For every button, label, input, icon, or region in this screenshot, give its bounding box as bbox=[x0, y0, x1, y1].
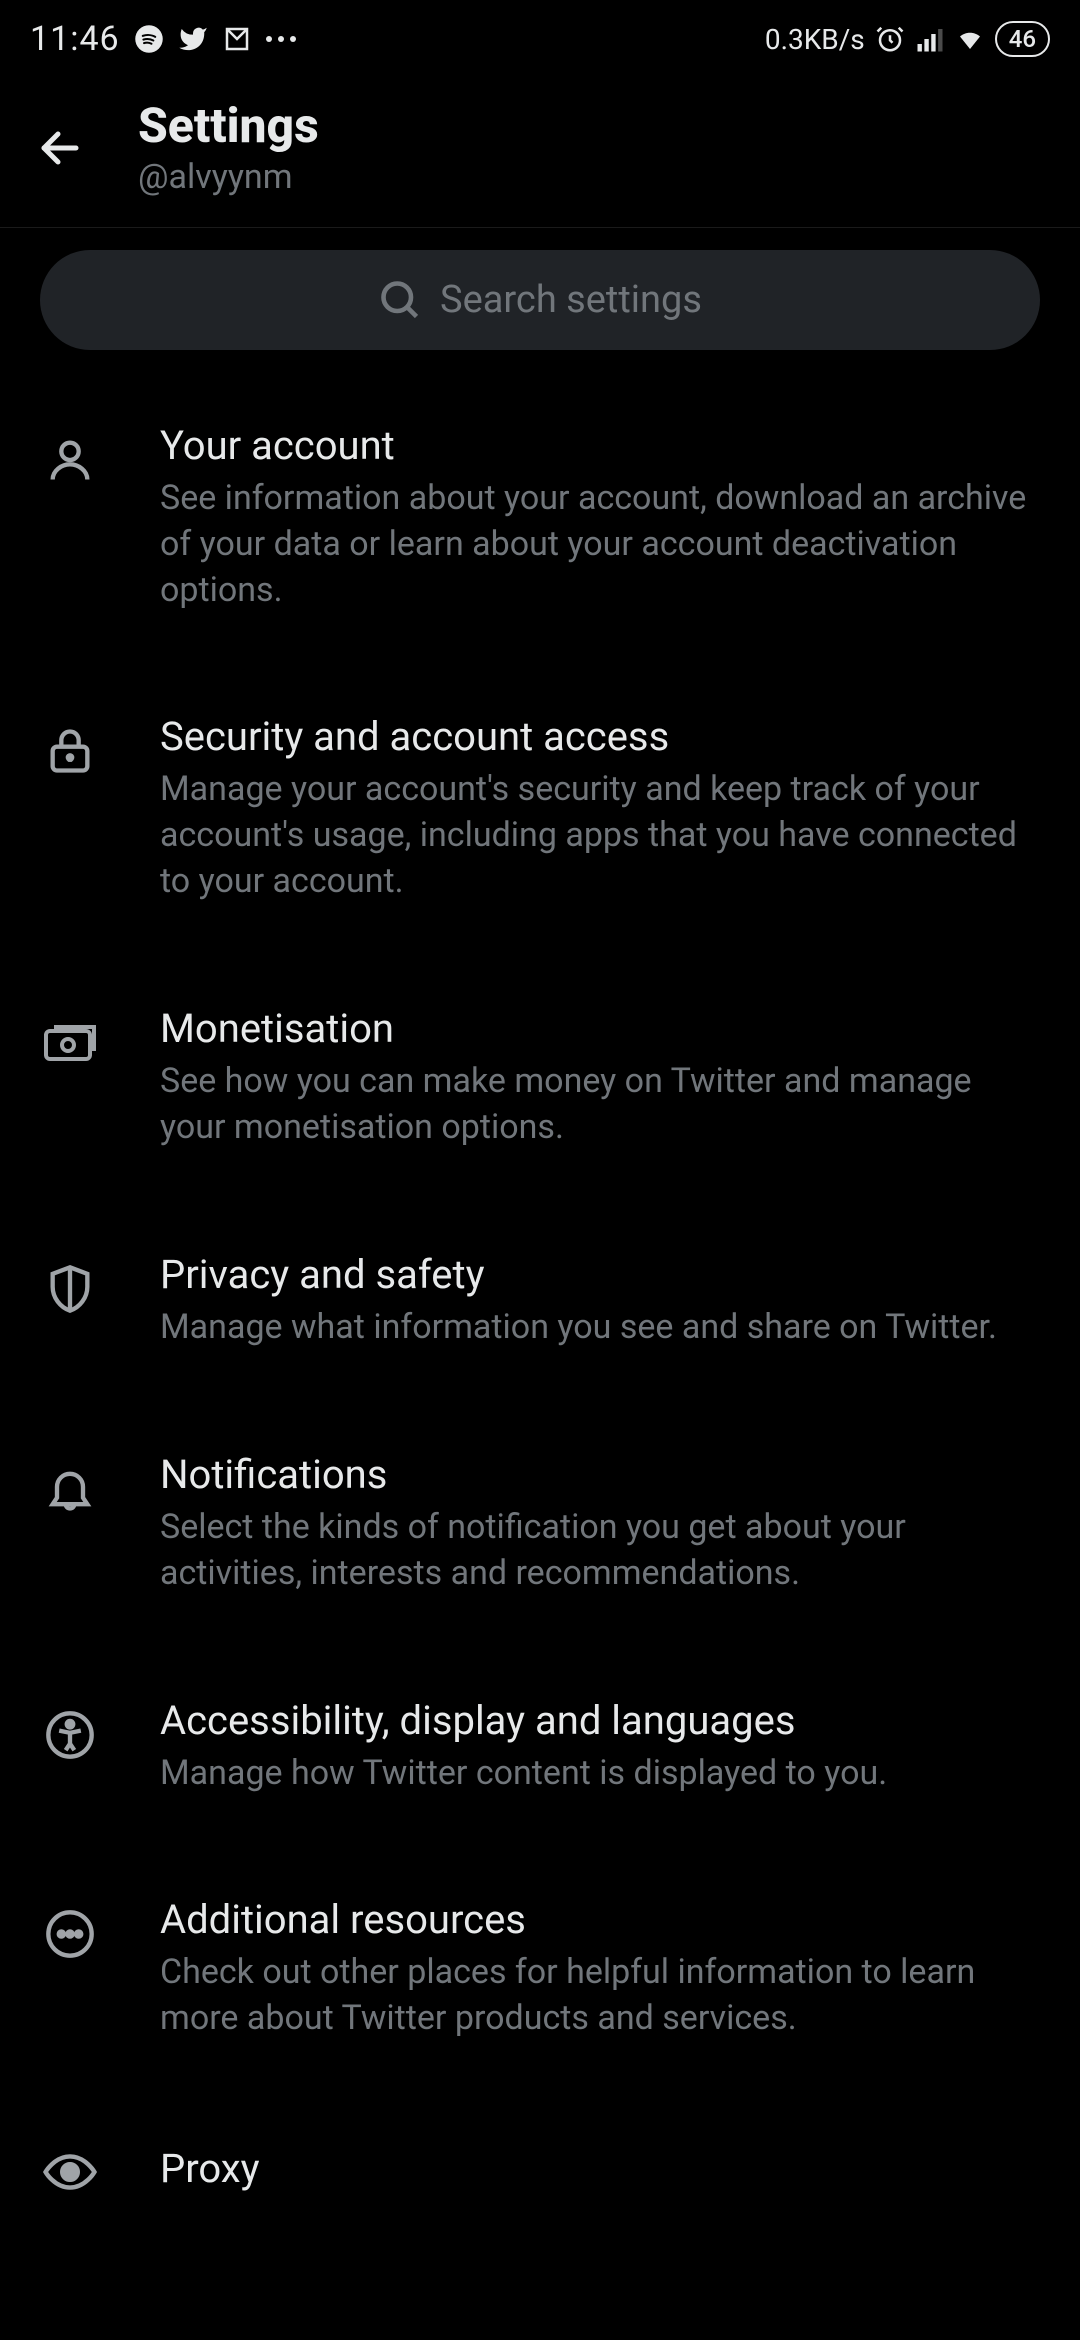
battery-indicator: 46 bbox=[995, 21, 1050, 57]
settings-item-additional-resources[interactable]: Additional resources Check out other pla… bbox=[0, 1846, 1080, 2092]
search-placeholder: Search settings bbox=[440, 278, 702, 322]
back-button[interactable] bbox=[30, 118, 90, 178]
item-title: Security and account access bbox=[160, 713, 1040, 761]
page-subtitle: @alvyynm bbox=[138, 157, 319, 197]
search-container: Search settings bbox=[0, 228, 1080, 372]
item-title: Additional resources bbox=[160, 1896, 1040, 1944]
item-desc: Manage how Twitter content is displayed … bbox=[160, 1751, 1040, 1797]
search-input[interactable]: Search settings bbox=[40, 250, 1040, 350]
settings-item-privacy[interactable]: Privacy and safety Manage what informati… bbox=[0, 1201, 1080, 1401]
arrow-left-icon bbox=[36, 124, 84, 172]
item-desc: Manage your account's security and keep … bbox=[160, 767, 1040, 905]
item-content: Your account See information about your … bbox=[160, 422, 1040, 614]
settings-item-your-account[interactable]: Your account See information about your … bbox=[0, 372, 1080, 664]
settings-list: Your account See information about your … bbox=[0, 372, 1080, 2252]
item-content: Accessibility, display and languages Man… bbox=[160, 1697, 1040, 1797]
header-titles: Settings @alvyynm bbox=[138, 100, 319, 197]
item-title: Notifications bbox=[160, 1451, 1040, 1499]
item-content: Privacy and safety Manage what informati… bbox=[160, 1251, 1040, 1351]
signal-icon bbox=[915, 24, 945, 54]
person-icon bbox=[30, 430, 110, 490]
accessibility-icon bbox=[30, 1705, 110, 1765]
search-icon bbox=[378, 278, 422, 322]
item-title: Privacy and safety bbox=[160, 1251, 1040, 1299]
alarm-icon bbox=[875, 24, 905, 54]
item-desc: See how you can make money on Twitter an… bbox=[160, 1059, 1040, 1151]
header: Settings @alvyynm bbox=[0, 70, 1080, 228]
mail-icon bbox=[222, 24, 252, 54]
settings-item-security[interactable]: Security and account access Manage your … bbox=[0, 663, 1080, 955]
item-content: Notifications Select the kinds of notifi… bbox=[160, 1451, 1040, 1597]
item-content: Additional resources Check out other pla… bbox=[160, 1896, 1040, 2042]
more-notifications-icon bbox=[266, 36, 296, 42]
item-title: Accessibility, display and languages bbox=[160, 1697, 1040, 1745]
item-content: Monetisation See how you can make money … bbox=[160, 1005, 1040, 1151]
money-icon bbox=[30, 1013, 110, 1073]
settings-item-notifications[interactable]: Notifications Select the kinds of notifi… bbox=[0, 1401, 1080, 1647]
item-title: Your account bbox=[160, 422, 1040, 470]
wifi-icon bbox=[955, 24, 985, 54]
settings-item-proxy[interactable]: Proxy bbox=[0, 2092, 1080, 2252]
status-time: 11:46 bbox=[30, 19, 120, 59]
lock-icon bbox=[30, 721, 110, 781]
spotify-icon bbox=[134, 24, 164, 54]
settings-item-monetisation[interactable]: Monetisation See how you can make money … bbox=[0, 955, 1080, 1201]
status-right: 0.3KB/s 46 bbox=[765, 21, 1050, 57]
item-desc: See information about your account, down… bbox=[160, 476, 1040, 614]
bell-icon bbox=[30, 1459, 110, 1519]
status-bar: 11:46 0.3KB/s 46 bbox=[0, 0, 1080, 70]
settings-item-accessibility[interactable]: Accessibility, display and languages Man… bbox=[0, 1647, 1080, 1847]
twitter-icon bbox=[178, 24, 208, 54]
item-desc: Select the kinds of notification you get… bbox=[160, 1505, 1040, 1597]
item-desc: Check out other places for helpful infor… bbox=[160, 1950, 1040, 2042]
item-content: Security and account access Manage your … bbox=[160, 713, 1040, 905]
item-title: Monetisation bbox=[160, 1005, 1040, 1053]
status-left: 11:46 bbox=[30, 19, 296, 59]
data-rate: 0.3KB/s bbox=[765, 23, 865, 56]
eye-icon bbox=[30, 2142, 110, 2202]
item-title: Proxy bbox=[160, 2145, 1040, 2193]
page-title: Settings bbox=[138, 100, 319, 153]
more-circle-icon bbox=[30, 1904, 110, 1964]
item-content: Proxy bbox=[160, 2145, 1040, 2199]
item-desc: Manage what information you see and shar… bbox=[160, 1305, 1040, 1351]
shield-icon bbox=[30, 1259, 110, 1319]
